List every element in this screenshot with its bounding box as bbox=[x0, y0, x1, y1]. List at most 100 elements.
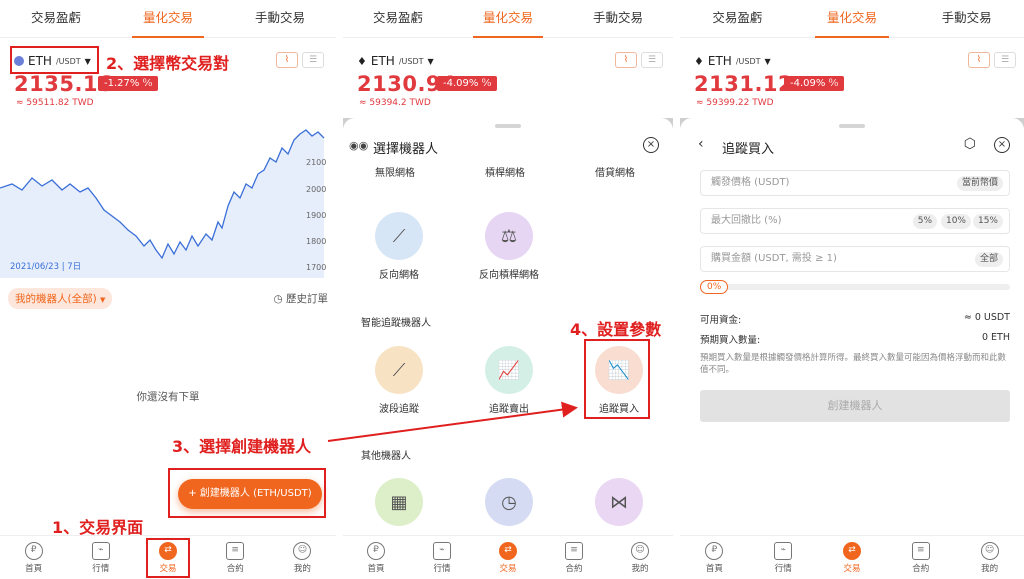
list-toggle-icon[interactable]: ☰ bbox=[641, 52, 663, 68]
change-text: -4.09% bbox=[443, 78, 479, 89]
chart-toggle-icon[interactable]: ⌇ bbox=[968, 52, 990, 68]
bot-leverage-grid[interactable]: 槓桿網格 bbox=[455, 164, 555, 179]
max-pullback-field[interactable]: 最大回撤比 (%) 5% 10% 15% bbox=[700, 208, 1010, 234]
tab-quant[interactable]: 量化交易 bbox=[795, 0, 910, 38]
bot-margin-grid[interactable]: 借貸網格 bbox=[565, 164, 665, 179]
settings-icon[interactable]: ⬡ bbox=[964, 136, 976, 152]
pullback-chip-15[interactable]: 15% bbox=[972, 214, 1003, 229]
twd-price: ≈ 59394.2 TWD bbox=[359, 98, 431, 108]
tab-profit[interactable]: 交易盈虧 bbox=[680, 0, 795, 37]
y-tick: 1700 bbox=[306, 263, 326, 272]
nav-market[interactable]: ⌁ 行情 bbox=[409, 536, 475, 579]
nav-profile[interactable]: ☺ 我的 bbox=[607, 536, 673, 579]
tab-manual[interactable]: 手動交易 bbox=[563, 0, 673, 37]
nav-profile[interactable]: ☺ 我的 bbox=[269, 536, 336, 579]
nav-contract[interactable]: ≡ 合約 bbox=[886, 536, 955, 579]
bot-swing-track[interactable]: ⟋ 波段追蹤 bbox=[349, 346, 449, 415]
pair-quote: /USDT bbox=[735, 56, 761, 66]
close-icon[interactable]: × bbox=[994, 137, 1010, 153]
nav-label: 交易 bbox=[499, 563, 517, 574]
chevron-down-icon: ▼ bbox=[100, 296, 106, 304]
pullback-chip-10[interactable]: 10% bbox=[940, 214, 971, 229]
nav-trade[interactable]: ⇄ 交易 bbox=[818, 536, 887, 579]
percent-icon: ⁰⁄₀ bbox=[142, 78, 153, 89]
percent-icon: ⁰⁄₀ bbox=[481, 78, 492, 89]
nav-trade[interactable]: ⇄ 交易 bbox=[475, 536, 541, 579]
drag-handle[interactable] bbox=[839, 124, 865, 128]
home-icon: ₽ bbox=[367, 541, 385, 560]
tab-profit[interactable]: 交易盈虧 bbox=[0, 0, 112, 37]
percent-icon: ⁰⁄₀ bbox=[828, 78, 839, 89]
drag-handle[interactable] bbox=[495, 124, 521, 128]
calendar-icon: ▦ bbox=[375, 478, 423, 526]
tab-profit[interactable]: 交易盈虧 bbox=[343, 0, 453, 37]
eth-icon: ♦ bbox=[357, 54, 367, 68]
bot-label: 反向網格 bbox=[379, 270, 419, 281]
list-toggle-icon[interactable]: ☰ bbox=[302, 52, 324, 68]
close-icon[interactable]: × bbox=[643, 137, 659, 153]
document-icon: ≡ bbox=[565, 541, 583, 560]
history-orders-link[interactable]: ◷ 歷史訂單 bbox=[273, 291, 328, 306]
bot-reverse-grid[interactable]: ⟋ 反向網格 bbox=[349, 212, 449, 281]
nav-home[interactable]: ₽ 首頁 bbox=[343, 536, 409, 579]
step3-label: 3、選擇創建機器人 bbox=[172, 437, 312, 456]
chart-toggle-icon[interactable]: ⌇ bbox=[615, 52, 637, 68]
create-bot-button[interactable]: 創建機器人 bbox=[700, 390, 1010, 422]
leverage-icon: ⚖ bbox=[485, 212, 533, 260]
reverse-grid-icon: ⟋ bbox=[375, 212, 423, 260]
nav-label: 行情 bbox=[774, 563, 792, 574]
top-tabs: 交易盈虧 量化交易 手動交易 bbox=[0, 0, 336, 38]
amount-slider[interactable] bbox=[700, 284, 1010, 290]
available-value: ≈ 0 USDT bbox=[963, 312, 1010, 323]
highlight-trade-tab bbox=[146, 538, 190, 578]
back-icon[interactable]: ‹ bbox=[698, 136, 704, 152]
nav-profile[interactable]: ☺ 我的 bbox=[955, 536, 1024, 579]
bot-track-sell[interactable]: 📈 追蹤賣出 bbox=[459, 346, 559, 415]
document-icon: ≡ bbox=[911, 541, 930, 560]
section-other: 其他機器人 bbox=[361, 451, 411, 462]
amount-placeholder: 購買金額 (USDT, 需投 ≥ 1) bbox=[711, 253, 837, 264]
pair-base: ETH bbox=[707, 54, 732, 68]
nav-label: 交易 bbox=[843, 563, 861, 574]
tab-manual[interactable]: 手動交易 bbox=[224, 0, 336, 37]
nav-label: 我的 bbox=[293, 563, 311, 574]
bot-label: 無限網格 bbox=[375, 168, 415, 179]
nav-contract[interactable]: ≡ 合約 bbox=[541, 536, 607, 579]
bot-reverse-leverage-grid[interactable]: ⚖ 反向槓桿網格 bbox=[459, 212, 559, 281]
home-icon: ₽ bbox=[705, 541, 724, 560]
expected-value: 0 ETH bbox=[981, 332, 1010, 343]
my-bots-filter[interactable]: 我的機器人(全部) ▼ bbox=[8, 288, 113, 309]
pullback-chip-5[interactable]: 5% bbox=[912, 214, 937, 229]
nav-label: 我的 bbox=[631, 563, 649, 574]
tab-quant[interactable]: 量化交易 bbox=[453, 0, 563, 38]
pair-quote: /USDT bbox=[398, 56, 424, 66]
view-toggle: ⌇ ☰ bbox=[968, 52, 1016, 68]
nav-label: 合約 bbox=[226, 563, 244, 574]
list-toggle-icon[interactable]: ☰ bbox=[994, 52, 1016, 68]
pair-selector[interactable]: ♦ ETH/USDT ▼ bbox=[694, 54, 771, 68]
nav-home[interactable]: ₽ 首頁 bbox=[0, 536, 67, 579]
step1-label: 1、交易界面 bbox=[52, 518, 144, 537]
slider-percent: 0% bbox=[700, 280, 729, 294]
clock-icon: ◷ bbox=[273, 293, 283, 305]
nav-label: 首頁 bbox=[705, 563, 723, 574]
nav-market[interactable]: ⌁ 行情 bbox=[749, 536, 818, 579]
tab-quant[interactable]: 量化交易 bbox=[112, 0, 224, 38]
pair-selector[interactable]: ♦ ETH/USDT ▼ bbox=[357, 54, 434, 68]
nav-contract[interactable]: ≡ 合約 bbox=[202, 536, 269, 579]
trigger-price-field[interactable]: 觸發價格 (USDT) 當前幣價 bbox=[700, 170, 1010, 196]
buy-amount-field[interactable]: 購買金額 (USDT, 需投 ≥ 1) 全部 bbox=[700, 246, 1010, 272]
nav-market[interactable]: ⌁ 行情 bbox=[67, 536, 134, 579]
bottom-nav: ₽ 首頁 ⌁ 行情 ⇄ 交易 ≡ 合約 ☺ 我的 bbox=[343, 535, 673, 579]
bot-other-clock[interactable]: ◷ bbox=[459, 478, 559, 532]
chart-toggle-icon[interactable]: ⌇ bbox=[276, 52, 298, 68]
tab-manual[interactable]: 手動交易 bbox=[909, 0, 1024, 37]
chart-range-selector[interactable]: 2021/06/23 | 7日 bbox=[10, 260, 81, 272]
current-price-chip[interactable]: 當前幣價 bbox=[956, 176, 1003, 191]
document-icon: ≡ bbox=[226, 541, 245, 560]
bot-infinite-grid[interactable]: 無限網格 bbox=[345, 164, 445, 179]
bot-other-calendar[interactable]: ▦ bbox=[349, 478, 449, 532]
all-chip[interactable]: 全部 bbox=[974, 252, 1003, 267]
bot-other-nodes[interactable]: ⋈ bbox=[569, 478, 669, 532]
nav-home[interactable]: ₽ 首頁 bbox=[680, 536, 749, 579]
